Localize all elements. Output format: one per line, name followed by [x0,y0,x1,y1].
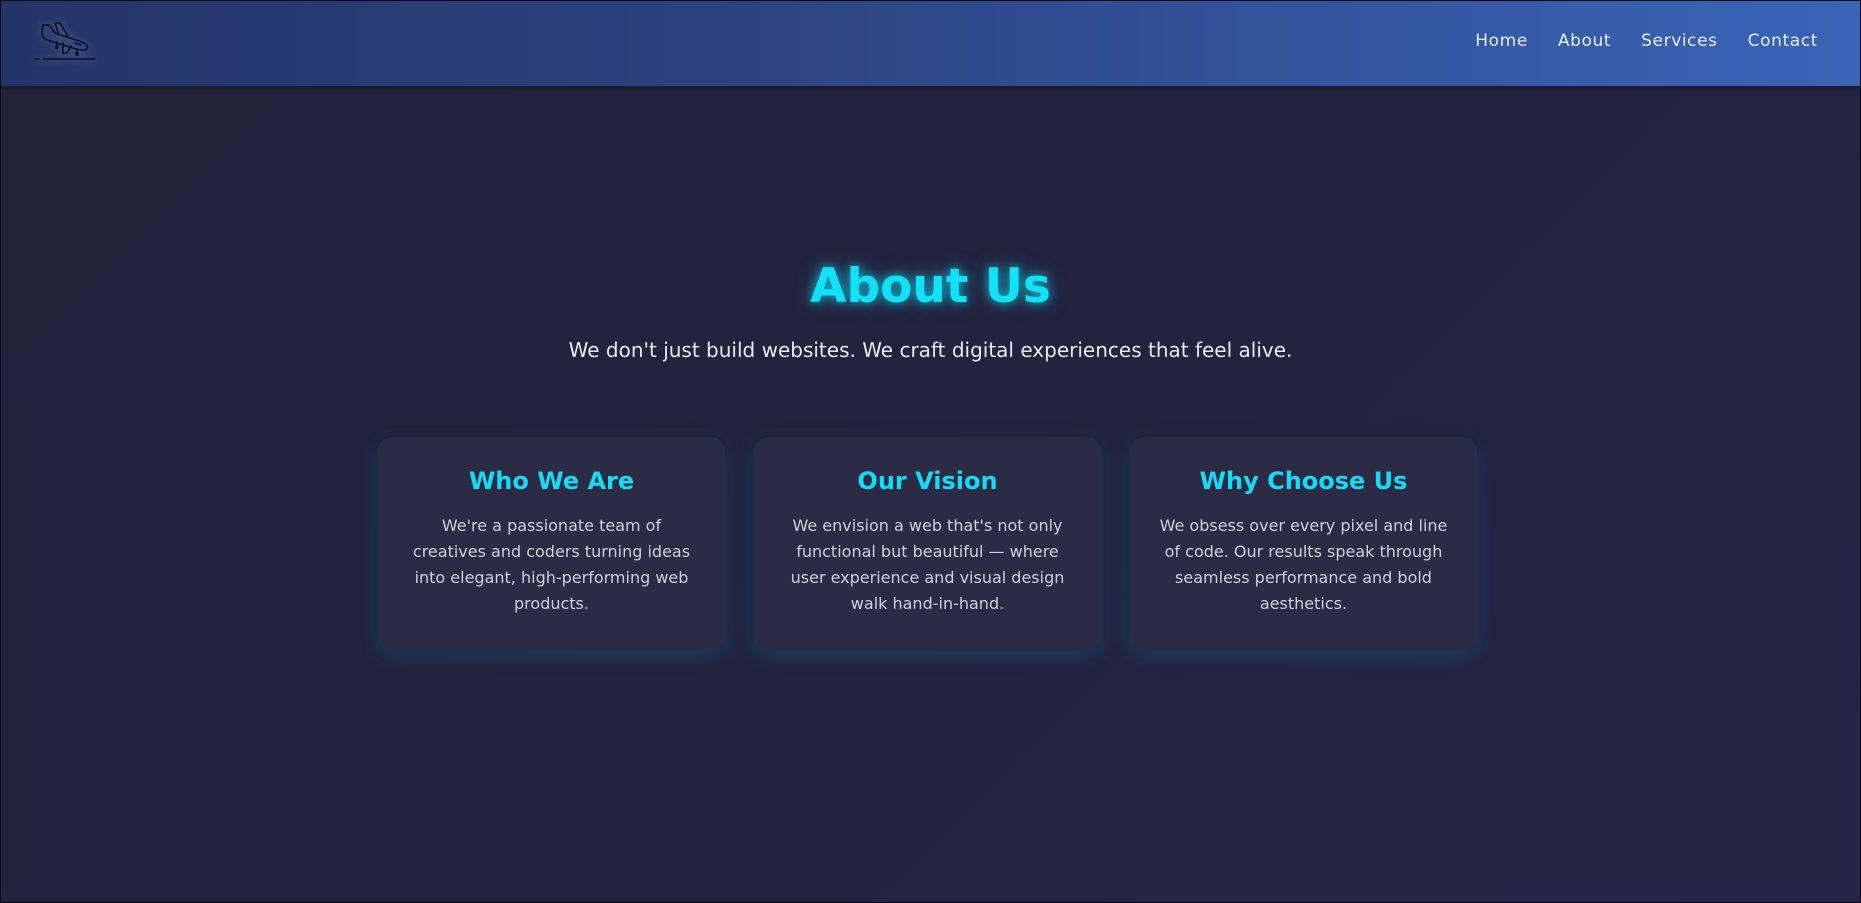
nav-link-about[interactable]: About [1558,31,1611,51]
nav-link-services[interactable]: Services [1641,31,1718,51]
about-section: About Us We don't just build websites. W… [1,259,1860,362]
card-title: Our Vision [857,467,998,495]
feature-cards: Who We Are We're a passionate team of cr… [378,437,1477,651]
card-text: We envision a web that's not only functi… [790,516,1065,613]
card-who-we-are: Who We Are We're a passionate team of cr… [378,437,725,651]
card-text: We obsess over every pixel and line of c… [1159,516,1448,613]
card-why-choose-us: Why Choose Us We obsess over every pixel… [1130,437,1477,651]
card-title: Who We Are [468,467,635,495]
nav-link-home[interactable]: Home [1475,31,1528,51]
card-title: Why Choose Us [1199,467,1408,495]
main-nav: Home About Services Contact [1475,31,1818,51]
airplane-landing-icon[interactable] [33,11,103,67]
top-navbar: Home About Services Contact [1,1,1860,86]
card-text: We're a passionate team of creatives and… [412,516,691,613]
page-title: About Us [810,259,1051,314]
page-subtitle: We don't just build websites. We craft d… [568,338,1293,362]
nav-link-contact[interactable]: Contact [1748,31,1818,51]
card-our-vision: Our Vision We envision a web that's not … [754,437,1101,651]
